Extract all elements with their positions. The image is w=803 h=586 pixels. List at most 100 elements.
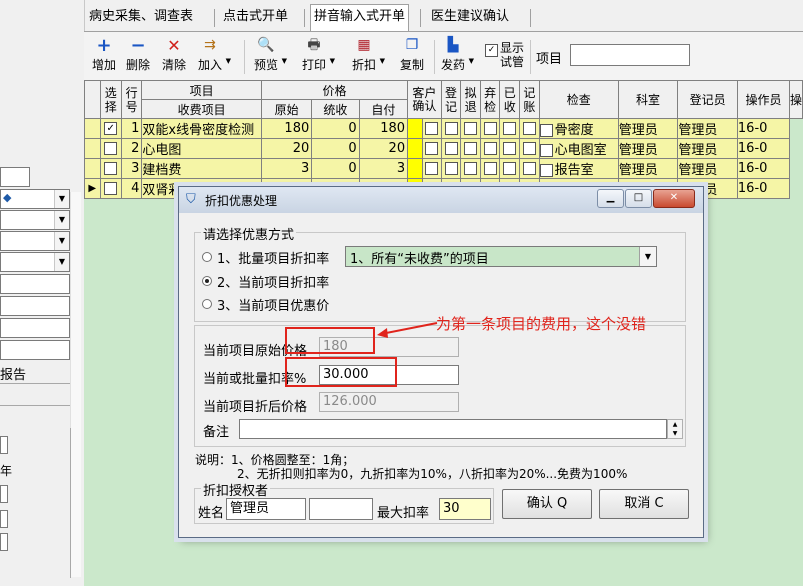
header-extra[interactable]: 操 [788, 80, 803, 119]
header-original[interactable]: 原始 [260, 99, 313, 119]
header-item[interactable]: 收费项目 [141, 99, 262, 119]
row-abandon[interactable] [479, 118, 501, 139]
send-button[interactable]: ▙ 发药 ▼ [441, 37, 474, 73]
row-register[interactable] [440, 158, 462, 179]
row-cust-confirm[interactable] [422, 158, 442, 179]
tab-click-order[interactable]: 点击式开单 [220, 5, 291, 29]
table-row[interactable]: ✓ 1 双能x线骨密度检测 180 0 180 骨密度 管理员 管理员 16-0 [84, 118, 803, 139]
header-self-pay[interactable]: 自付 [358, 99, 409, 119]
row-select-checkbox[interactable] [99, 158, 122, 179]
header-checked[interactable]: 检查 [538, 80, 619, 119]
left-input-2[interactable] [0, 274, 70, 294]
row-abandon[interactable] [479, 158, 501, 179]
remark-scrollbar[interactable]: ▲ ▼ [667, 419, 683, 439]
left-input-5[interactable] [0, 340, 70, 360]
header-dept[interactable]: 科室 [617, 80, 679, 119]
tab-doctor-advice[interactable]: 医生建议确认 [428, 5, 512, 29]
max-rate-field[interactable]: 30 [439, 498, 491, 520]
ok-button[interactable]: 确认 Q [502, 489, 592, 519]
left-combo-1[interactable]: ◆ ▼ [0, 189, 70, 209]
header-account[interactable]: 记账 [519, 80, 540, 119]
row-select-checkbox[interactable] [99, 178, 122, 199]
cancel-button[interactable]: 取消 C [599, 489, 689, 519]
print-button[interactable]: 🖶 打印 ▼ [302, 37, 335, 73]
add-button[interactable]: + 增加 [92, 37, 116, 73]
row-refund[interactable] [460, 158, 481, 179]
header-rownum[interactable]: 行号 [120, 80, 143, 119]
table-row[interactable]: 3 建档费 3 0 3 报告室 管理员 管理员 16-0 [84, 158, 803, 179]
radio-batch-rate[interactable] [202, 252, 212, 262]
tab-pinyin-order[interactable]: 拼音输入式开单 [310, 4, 410, 31]
left-combo-3[interactable]: ▼ [0, 231, 70, 251]
row-cust-confirm[interactable] [422, 138, 442, 159]
minimize-button[interactable]: ▁ [597, 189, 624, 208]
row-received[interactable] [499, 158, 521, 179]
left-combo-4[interactable]: ▼ [0, 252, 70, 272]
row-item[interactable]: 建档费 [141, 158, 262, 179]
row-refund[interactable] [460, 118, 481, 139]
row-select-checkbox[interactable] [99, 138, 122, 159]
row-original[interactable]: 180 [260, 118, 313, 139]
copy-button[interactable]: ❐ 复制 [400, 37, 424, 73]
row-original[interactable]: 20 [260, 138, 313, 159]
header-cust-confirm[interactable]: 客户确认 [407, 80, 442, 119]
maximize-button[interactable]: □ [625, 189, 652, 208]
delete-button[interactable]: − 删除 [126, 37, 150, 73]
row-collected[interactable]: 0 [311, 118, 360, 139]
show-trial-checkbox[interactable]: ✓ [485, 43, 498, 57]
row-abandon[interactable] [479, 138, 501, 159]
row-dept[interactable]: 心电图室 [538, 138, 619, 159]
left-input-1[interactable] [0, 167, 30, 187]
name-extra-field[interactable] [309, 498, 373, 520]
left-combo-5[interactable] [0, 485, 8, 503]
left-combo-6[interactable] [0, 510, 8, 528]
row-item[interactable]: 心电图 [141, 138, 262, 159]
row-account[interactable] [519, 118, 540, 139]
join-button[interactable]: ⇉ 加入 ▼ [198, 37, 231, 73]
discount-button[interactable]: ▦ 折扣 ▼ [352, 37, 385, 73]
header-register[interactable]: 登记 [440, 80, 462, 119]
row-self-pay[interactable]: 20 [358, 138, 409, 159]
row-register[interactable] [440, 118, 462, 139]
row-refund[interactable] [460, 138, 481, 159]
row-cust-confirm[interactable] [422, 118, 442, 139]
header-select[interactable]: 选择 [99, 80, 122, 119]
header-received[interactable]: 已收 [499, 80, 521, 119]
row-select-checkbox[interactable]: ✓ [99, 118, 122, 139]
row-received[interactable] [499, 118, 521, 139]
row-item[interactable]: 双能x线骨密度检测 [141, 118, 262, 139]
radio-current-rate[interactable] [202, 276, 212, 286]
header-registrar[interactable]: 登记员 [677, 80, 738, 119]
left-combo-7[interactable] [0, 533, 8, 551]
table-row[interactable]: 2 心电图 20 0 20 心电图室 管理员 管理员 16-0 [84, 138, 803, 159]
clear-button[interactable]: ✕ 清除 [162, 37, 186, 73]
row-received[interactable] [499, 138, 521, 159]
row-original[interactable]: 3 [260, 158, 313, 179]
row-dept[interactable]: 报告室 [538, 158, 619, 179]
row-account[interactable] [519, 138, 540, 159]
preview-button[interactable]: 🔍 预览 ▼ [254, 37, 287, 73]
tab-history[interactable]: 病史采集、调查表 [86, 5, 196, 29]
left-scrollbar[interactable] [70, 192, 81, 577]
item-search-input[interactable] [570, 44, 690, 66]
batch-scope-select[interactable]: 1、所有“未收费”的项目 ▼ [345, 246, 657, 267]
row-collected[interactable]: 0 [311, 158, 360, 179]
row-account[interactable] [519, 158, 540, 179]
header-abandon[interactable]: 弃检 [479, 80, 501, 119]
row-self-pay[interactable]: 3 [358, 158, 409, 179]
header-refund[interactable]: 拟退 [460, 80, 481, 119]
row-collected[interactable]: 0 [311, 138, 360, 159]
left-combo-2[interactable]: ▼ [0, 210, 70, 230]
remark-field[interactable] [239, 419, 667, 439]
name-field[interactable]: 管理员 [226, 498, 306, 520]
left-input-4[interactable] [0, 318, 70, 338]
close-button[interactable]: ✕ [653, 189, 695, 208]
dialog-titlebar[interactable]: ⛉ 折扣优惠处理 ▁ □ ✕ [179, 187, 703, 213]
left-input-3[interactable] [0, 296, 70, 316]
radio-current-price[interactable] [202, 299, 212, 309]
left-input-6[interactable] [0, 436, 8, 454]
header-operator[interactable]: 操作员 [736, 80, 790, 119]
row-self-pay[interactable]: 180 [358, 118, 409, 139]
row-register[interactable] [440, 138, 462, 159]
row-dept[interactable]: 骨密度 [538, 118, 619, 139]
